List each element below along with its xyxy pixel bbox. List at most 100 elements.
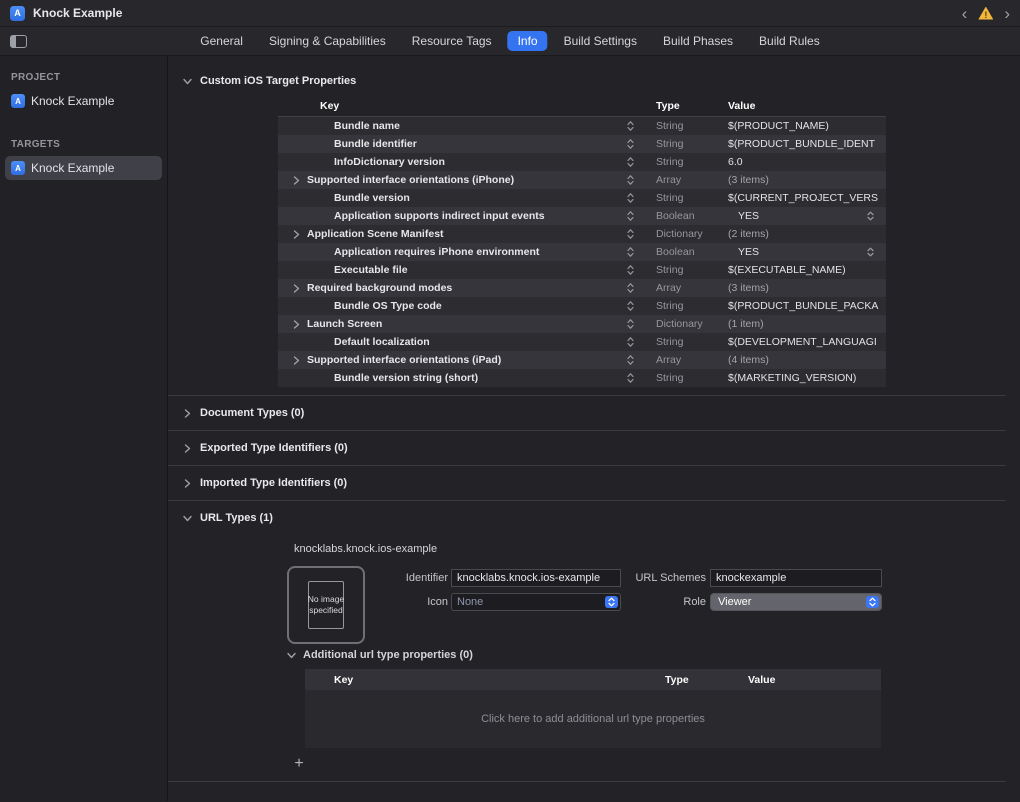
plist-row[interactable]: Bundle versionString$(CURRENT_PROJECT_VE… [278, 189, 886, 207]
section-title: Imported Type Identifiers (0) [200, 477, 347, 489]
row-type[interactable]: String [648, 369, 728, 387]
plist-row[interactable]: InfoDictionary versionString6.0 [278, 153, 886, 171]
warning-icon[interactable]: ! [978, 7, 993, 20]
row-type[interactable]: Dictionary [648, 315, 728, 333]
additional-properties-placeholder[interactable]: Click here to add additional url type pr… [305, 690, 881, 748]
disclosure-chevron-icon[interactable] [293, 320, 300, 329]
section-document-types-0-[interactable]: Document Types (0) [168, 396, 1020, 430]
plist-row[interactable]: Required background modesArray(3 items) [278, 279, 886, 297]
disclosure-chevron-icon[interactable] [293, 176, 300, 185]
stepper-icon[interactable] [627, 283, 634, 294]
section-custom-ios-target-properties[interactable]: Custom iOS Target Properties [168, 56, 1020, 87]
row-value: $(DEVELOPMENT_LANGUAGI [728, 336, 877, 348]
plist-row[interactable]: Supported interface orientations (iPad) A… [278, 351, 886, 369]
stepper-icon[interactable] [627, 355, 634, 366]
identifier-input[interactable] [451, 569, 621, 587]
row-value: $(CURRENT_PROJECT_VERS [728, 192, 878, 204]
section-exported-type-identifiers-0-[interactable]: Exported Type Identifiers (0) [168, 431, 1020, 465]
url-type-image-well[interactable]: No image specified [287, 566, 365, 644]
stepper-icon[interactable] [627, 247, 634, 258]
tab-build-rules[interactable]: Build Rules [749, 31, 830, 51]
stepper-icon[interactable] [627, 373, 634, 384]
row-type[interactable]: String [648, 135, 728, 153]
row-value: (3 items) [728, 174, 769, 186]
plist-row[interactable]: Application requires iPhone environmentB… [278, 243, 886, 261]
stepper-icon[interactable] [627, 121, 634, 132]
plist-row[interactable]: Bundle version string (short)String$(MAR… [278, 369, 886, 387]
stepper-icon[interactable] [627, 157, 634, 168]
sidebar-toggle-icon[interactable] [10, 35, 27, 48]
chevron-right-icon [183, 444, 192, 453]
sidebar-item-knock-example[interactable]: AKnock Example [5, 156, 162, 180]
tab-resource-tags[interactable]: Resource Tags [402, 31, 502, 51]
image-placeholder-text: No image specified [289, 568, 363, 642]
row-key: Required background modes [307, 282, 452, 294]
column-header-key: Key [305, 674, 665, 686]
tab-info[interactable]: Info [508, 31, 548, 51]
plist-row[interactable]: Launch ScreenDictionary(1 item) [278, 315, 886, 333]
stepper-icon[interactable] [627, 265, 634, 276]
disclosure-chevron-icon[interactable] [293, 230, 300, 239]
chevron-down-icon [183, 78, 192, 85]
url-schemes-label: URL Schemes [631, 572, 706, 584]
row-value[interactable]: YES [738, 210, 759, 222]
row-type[interactable]: String [648, 153, 728, 171]
section-title: URL Types (1) [200, 512, 273, 524]
main-pane: Custom iOS Target Properties Key Type Va… [168, 56, 1020, 801]
plist-row[interactable]: Application supports indirect input even… [278, 207, 886, 225]
stepper-icon[interactable] [627, 139, 634, 150]
row-type[interactable]: String [648, 189, 728, 207]
row-type[interactable]: Array [648, 279, 728, 297]
back-button[interactable]: ‹ [962, 5, 968, 22]
tab-signing-capabilities[interactable]: Signing & Capabilities [259, 31, 396, 51]
disclosure-chevron-icon[interactable] [293, 284, 300, 293]
row-type[interactable]: String [648, 261, 728, 279]
row-type[interactable]: Array [648, 171, 728, 189]
tab-general[interactable]: General [190, 31, 253, 51]
row-type[interactable]: Array [648, 351, 728, 369]
stepper-icon[interactable] [627, 175, 634, 186]
plist-row[interactable]: Bundle OS Type codeString$(PRODUCT_BUNDL… [278, 297, 886, 315]
stepper-icon[interactable] [627, 337, 634, 348]
plist-row[interactable]: Bundle nameString$(PRODUCT_NAME) [278, 117, 886, 135]
row-type[interactable]: Boolean [648, 243, 728, 261]
additional-properties-header[interactable]: Additional url type properties (0) [287, 649, 473, 661]
stepper-icon[interactable] [867, 247, 874, 257]
row-type[interactable]: String [648, 297, 728, 315]
stepper-icon[interactable] [627, 301, 634, 312]
row-type[interactable]: String [648, 333, 728, 351]
row-value[interactable]: YES [738, 246, 759, 258]
stepper-icon[interactable] [627, 319, 634, 330]
role-dropdown[interactable]: Viewer [710, 593, 882, 611]
row-type[interactable]: String [648, 117, 728, 135]
url-schemes-input[interactable] [710, 569, 882, 587]
disclosure-chevron-icon[interactable] [293, 356, 300, 365]
tab-build-phases[interactable]: Build Phases [653, 31, 743, 51]
stepper-icon[interactable] [627, 211, 634, 222]
stepper-icon[interactable] [627, 229, 634, 240]
stepper-icon[interactable] [867, 211, 874, 221]
tab-build-settings[interactable]: Build Settings [554, 31, 647, 51]
stepper-icon[interactable] [627, 193, 634, 204]
plist-row[interactable]: Application Scene ManifestDictionary(2 i… [278, 225, 886, 243]
plist-row[interactable]: Default localizationString$(DEVELOPMENT_… [278, 333, 886, 351]
sidebar-header-targets: TARGETS [0, 139, 167, 156]
plist-row[interactable]: Supported interface orientations (iPhone… [278, 171, 886, 189]
row-type[interactable]: Boolean [648, 207, 728, 225]
forward-button[interactable]: › [1004, 5, 1010, 22]
row-value: (4 items) [728, 354, 769, 366]
row-type[interactable]: Dictionary [648, 225, 728, 243]
row-value: $(PRODUCT_BUNDLE_IDENT [728, 138, 875, 150]
row-value: $(PRODUCT_BUNDLE_PACKA [728, 300, 878, 312]
icon-dropdown[interactable]: None [451, 593, 621, 611]
row-key: Supported interface orientations (iPad) [307, 354, 501, 366]
plist-row[interactable]: Bundle identifierString$(PRODUCT_BUNDLE_… [278, 135, 886, 153]
section-imported-type-identifiers-0-[interactable]: Imported Type Identifiers (0) [168, 466, 1020, 500]
icon-label: Icon [373, 596, 448, 608]
plist-row[interactable]: Executable fileString$(EXECUTABLE_NAME) [278, 261, 886, 279]
add-url-type-button[interactable]: + [290, 756, 308, 774]
sidebar-item-knock-example[interactable]: AKnock Example [5, 89, 162, 113]
section-url-types[interactable]: URL Types (1) [168, 501, 1020, 530]
role-dropdown-value: Viewer [711, 596, 751, 608]
row-value: $(MARKETING_VERSION) [728, 372, 856, 384]
